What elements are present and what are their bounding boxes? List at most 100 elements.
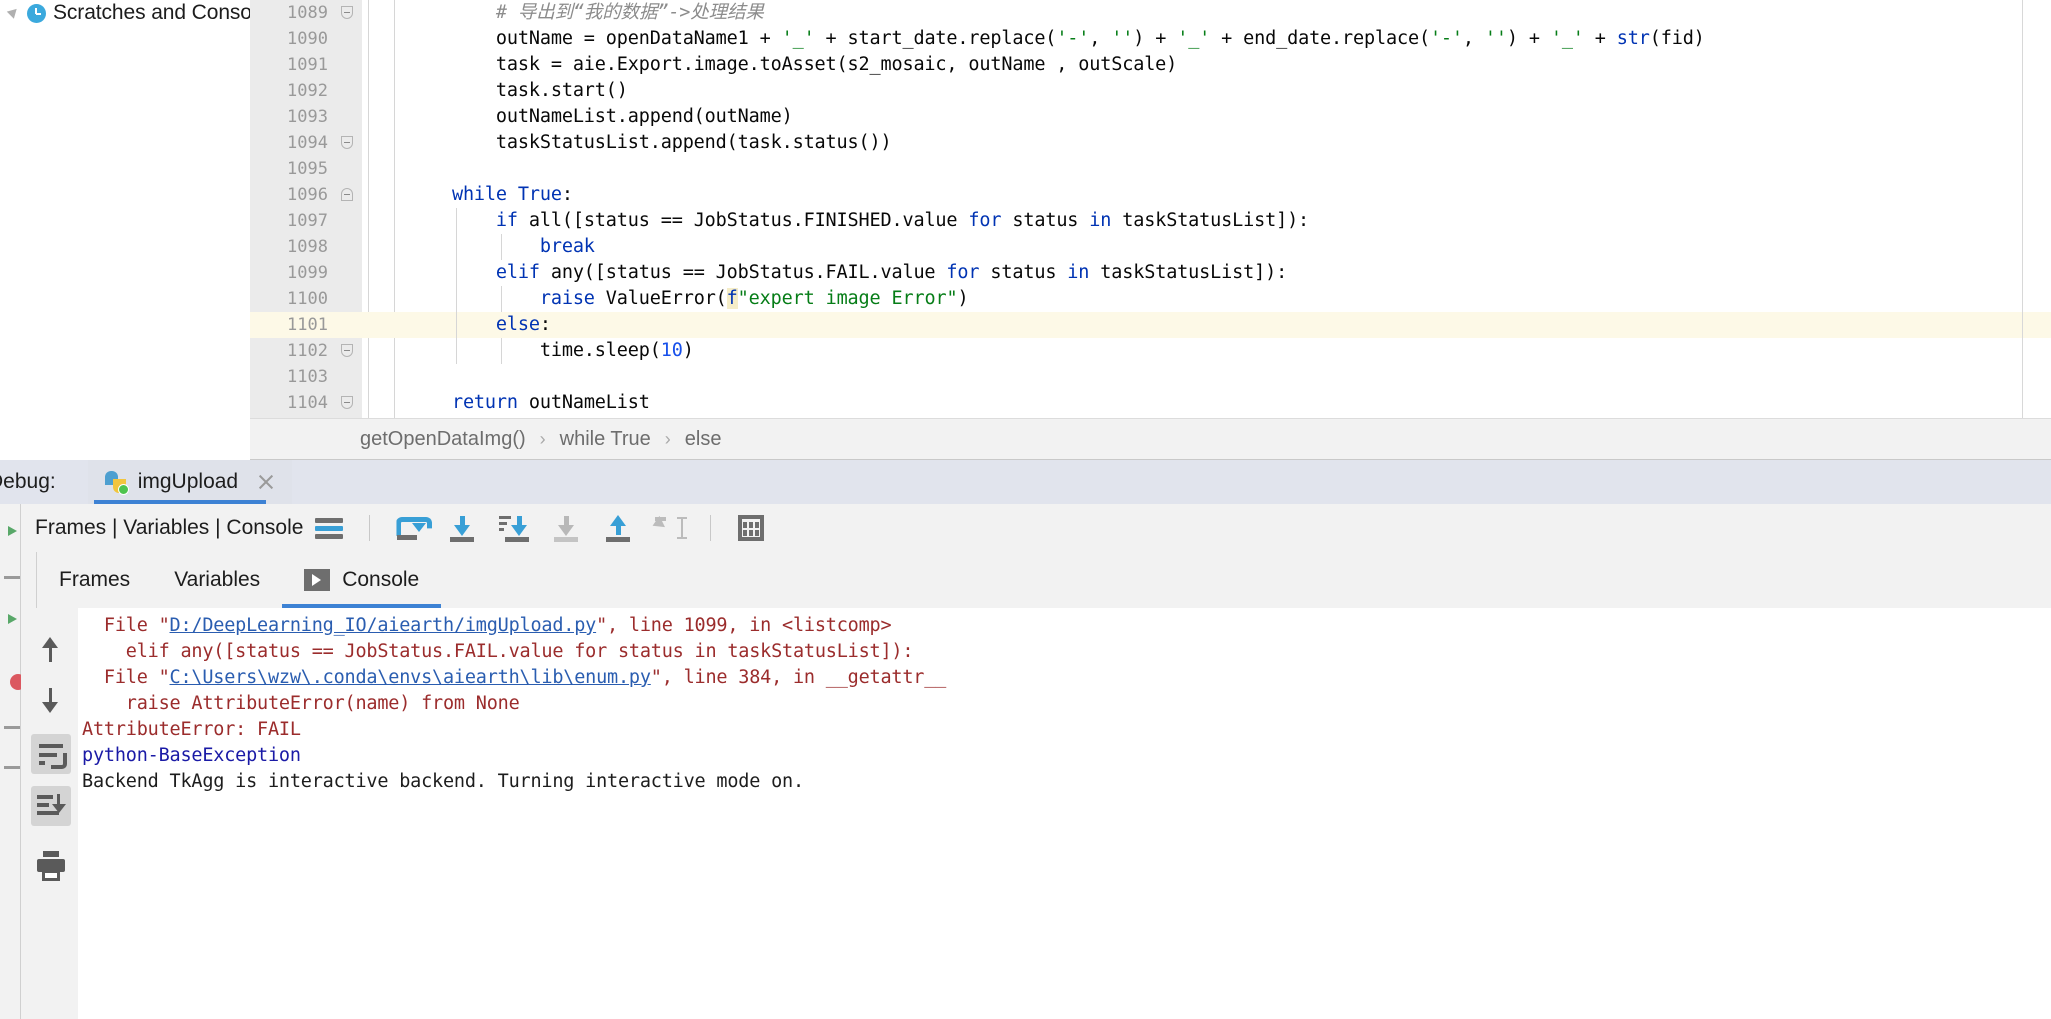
code-line[interactable]: 1101 else: bbox=[250, 312, 2051, 338]
code-line[interactable]: 1090 outName = openDataName1 + '_' + sta… bbox=[250, 26, 2051, 52]
code-line-text: outNameList.append(outName) bbox=[408, 106, 793, 127]
debug-session-tab[interactable]: imgUpload bbox=[87, 460, 293, 504]
code-line[interactable]: 1097 if all([status == JobStatus.FINISHE… bbox=[250, 208, 2051, 234]
console-output[interactable]: File "D:/DeepLearning_IO/aiearth/imgUplo… bbox=[78, 608, 2051, 1019]
line-number: 1098 bbox=[287, 237, 328, 257]
breadcrumb-item[interactable]: else bbox=[685, 428, 722, 451]
debug-controls-rail[interactable] bbox=[0, 504, 26, 1019]
breadcrumb-item[interactable]: while True bbox=[560, 428, 651, 451]
arrow-up-icon[interactable] bbox=[31, 630, 71, 670]
arrow-down-icon[interactable] bbox=[31, 680, 71, 720]
code-line-text: else: bbox=[495, 314, 551, 335]
debug-tab-variables[interactable]: Variables bbox=[152, 552, 282, 608]
collapse-arrow-icon[interactable] bbox=[8, 5, 24, 21]
code-line-text: elif any([status == JobStatus.FAIL.value… bbox=[495, 262, 1288, 283]
fold-marker-icon[interactable] bbox=[341, 5, 354, 20]
mute-breakpoints-icon[interactable] bbox=[4, 766, 20, 769]
toolbar-separator-2 bbox=[710, 515, 712, 541]
breadcrumb-item[interactable]: getOpenDataImg() bbox=[360, 428, 526, 451]
console-text: elif any([status == JobStatus.FAIL.value… bbox=[82, 641, 914, 662]
step-over-button[interactable] bbox=[393, 511, 433, 545]
code-line-text: taskStatusList.append(task.status()) bbox=[408, 132, 892, 153]
code-line-text: # 导出到“我的数据”->处理结果 bbox=[408, 2, 764, 23]
debug-toolbar[interactable]: Frames | Variables | Console bbox=[21, 504, 2051, 553]
code-line[interactable]: 1102 time.sleep(10) bbox=[250, 338, 2051, 364]
scroll-to-end-icon[interactable] bbox=[31, 786, 71, 826]
code-line-text: time.sleep(10) bbox=[408, 340, 694, 361]
step-out-disabled-button[interactable] bbox=[549, 511, 583, 545]
code-line-text: return outNameList bbox=[451, 392, 650, 413]
force-step-into-button[interactable] bbox=[497, 511, 531, 545]
pause-program-icon[interactable] bbox=[4, 576, 20, 579]
line-number: 1089 bbox=[287, 3, 328, 23]
code-line[interactable]: 1093 outNameList.append(outName) bbox=[250, 104, 2051, 130]
step-into-button[interactable] bbox=[445, 511, 479, 545]
soft-wrap-icon[interactable] bbox=[31, 734, 71, 774]
python-file-icon bbox=[104, 470, 129, 495]
fold-marker-icon[interactable] bbox=[341, 343, 354, 358]
code-line-text: outName = openDataName1 + '_' + start_da… bbox=[408, 28, 1705, 49]
line-number: 1104 bbox=[287, 393, 328, 413]
breadcrumb[interactable]: getOpenDataImg() › while True › else bbox=[250, 418, 2051, 460]
code-line[interactable]: 1104 return outNameList bbox=[250, 390, 2051, 416]
console-line: Backend TkAgg is interactive backend. Tu… bbox=[78, 769, 2051, 795]
project-tree-node-scratches-and-consoles[interactable]: Scratches and Consoles bbox=[0, 0, 279, 30]
code-line[interactable]: 1096 while True: bbox=[250, 182, 2051, 208]
console-line: File "C:\Users\wzw\.conda\envs\aiearth\l… bbox=[78, 665, 2051, 691]
line-number: 1100 bbox=[287, 289, 328, 309]
line-number: 1099 bbox=[287, 263, 328, 283]
layout-settings-button[interactable] bbox=[312, 511, 346, 545]
console-line: File "D:/DeepLearning_IO/aiearth/imgUplo… bbox=[78, 613, 2051, 639]
line-number: 1102 bbox=[287, 341, 328, 361]
console-text: File " bbox=[82, 615, 170, 636]
code-line[interactable]: 1092 task.start() bbox=[250, 78, 2051, 104]
console-file-link[interactable]: C:\Users\wzw\.conda\envs\aiearth\lib\enu… bbox=[170, 667, 651, 688]
breadcrumb-separator: › bbox=[664, 428, 671, 449]
line-number: 1091 bbox=[287, 55, 328, 75]
code-line-text: break bbox=[539, 236, 595, 257]
code-line[interactable]: 1100 raise ValueError(f"expert image Err… bbox=[250, 286, 2051, 312]
view-breakpoints-icon[interactable] bbox=[4, 726, 20, 729]
clock-icon bbox=[27, 3, 46, 23]
print-icon[interactable] bbox=[31, 846, 71, 886]
debug-window-title: Debug: bbox=[0, 470, 56, 493]
code-line[interactable]: 1099 elif any([status == JobStatus.FAIL.… bbox=[250, 260, 2051, 286]
close-icon[interactable] bbox=[256, 472, 276, 492]
code-line[interactable]: 1095 bbox=[250, 156, 2051, 182]
fold-marker-icon[interactable] bbox=[341, 135, 354, 150]
console-side-toolbar[interactable] bbox=[21, 608, 79, 1019]
debug-tab-strip[interactable]: Frames Variables Console bbox=[21, 552, 2051, 609]
line-number: 1094 bbox=[287, 133, 328, 153]
line-number: 1103 bbox=[287, 367, 328, 387]
console-line: python-BaseException bbox=[78, 743, 2051, 769]
line-number: 1093 bbox=[287, 107, 328, 127]
toolbar-separator bbox=[369, 515, 371, 541]
resume-program-icon[interactable] bbox=[8, 526, 18, 536]
code-editor[interactable]: 1089 # 导出到“我的数据”->处理结果 1090 outName = ope… bbox=[250, 0, 2051, 418]
evaluate-expression-button[interactable] bbox=[734, 511, 768, 545]
tab-strip-left-pad bbox=[21, 552, 37, 608]
console-text: ", line 384, in __getattr__ bbox=[650, 667, 947, 688]
console-text: Backend TkAgg is interactive backend. Tu… bbox=[82, 771, 804, 792]
console-file-link[interactable]: D:/DeepLearning_IO/aiearth/imgUpload.py bbox=[170, 615, 597, 636]
debug-window-header: Debug: imgUpload bbox=[0, 460, 2051, 504]
code-line[interactable]: 1089 # 导出到“我的数据”->处理结果 bbox=[250, 0, 2051, 26]
fold-marker-icon[interactable] bbox=[341, 187, 354, 202]
step-out-button[interactable] bbox=[601, 511, 635, 545]
console-text: File " bbox=[82, 667, 170, 688]
code-line[interactable]: 1103 bbox=[250, 364, 2051, 390]
fold-marker-icon[interactable] bbox=[341, 395, 354, 410]
debug-tab-frames[interactable]: Frames bbox=[37, 552, 152, 608]
debug-tab-console[interactable]: Console bbox=[282, 552, 442, 608]
line-number: 1101 bbox=[287, 315, 328, 335]
console-line: raise AttributeError(name) from None bbox=[78, 691, 2051, 717]
run-to-cursor-button[interactable] bbox=[653, 511, 688, 545]
rerun-icon[interactable] bbox=[8, 614, 18, 624]
code-line[interactable]: 1098 break bbox=[250, 234, 2051, 260]
code-line[interactable]: 1091 task = aie.Export.image.toAsset(s2_… bbox=[250, 52, 2051, 78]
debug-tab-label: Frames bbox=[59, 568, 131, 591]
console-text: python-BaseException bbox=[82, 745, 301, 766]
code-line-text: while True: bbox=[451, 184, 573, 205]
code-line-text: task = aie.Export.image.toAsset(s2_mosai… bbox=[408, 54, 1178, 75]
code-line[interactable]: 1094 taskStatusList.append(task.status()… bbox=[250, 130, 2051, 156]
